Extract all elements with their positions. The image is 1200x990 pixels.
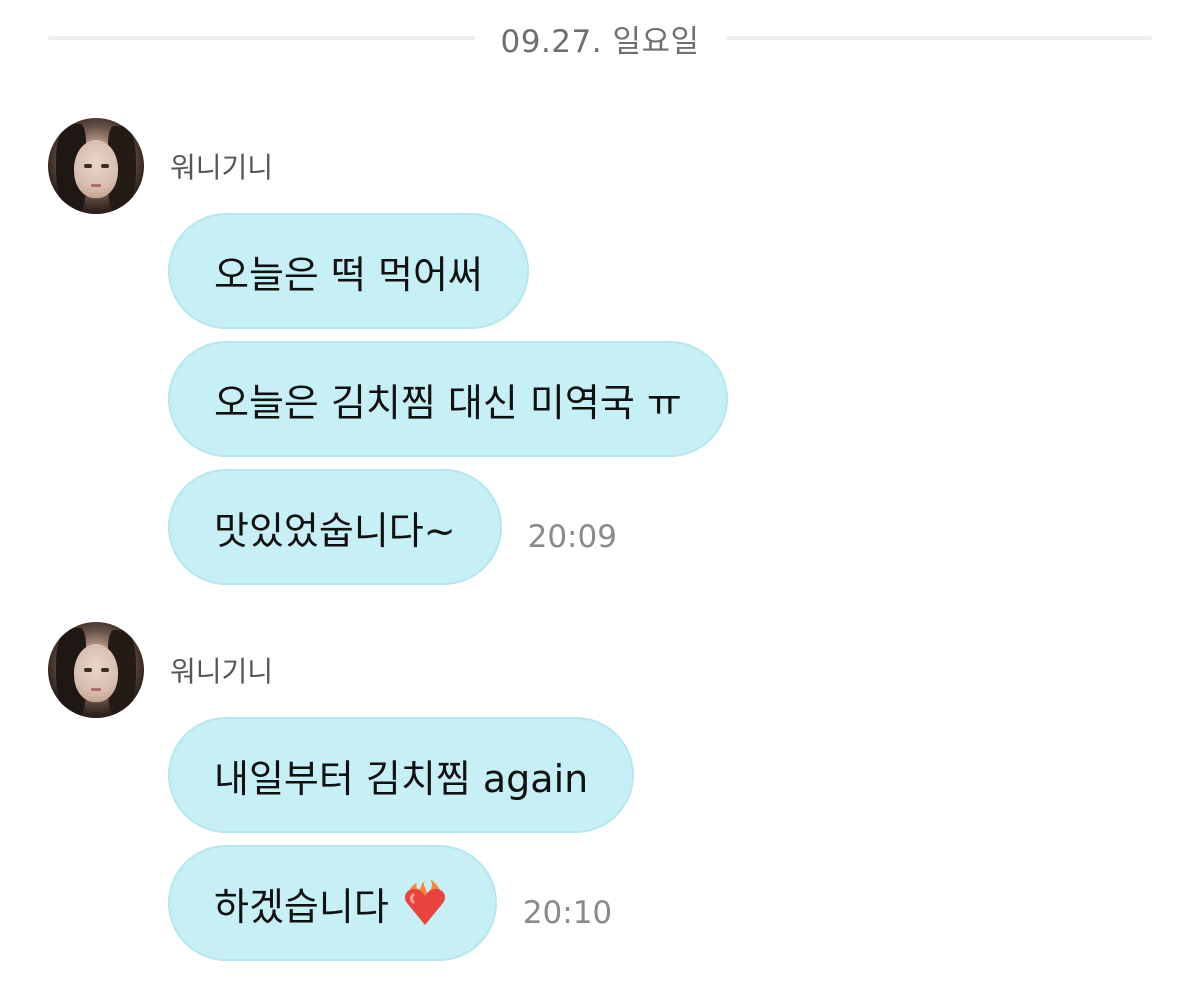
divider-line-right [725, 36, 1153, 40]
heart-on-fire-icon [404, 879, 445, 925]
message-bubble[interactable]: 오늘은 떡 먹어써 [168, 213, 529, 329]
message-row: 오늘은 떡 먹어써 [168, 213, 529, 329]
avatar[interactable] [48, 622, 144, 718]
date-divider: 09.27. 일요일 [48, 12, 1153, 64]
message-bubble[interactable]: 하겠습니다 [168, 845, 497, 961]
message-row: 오늘은 김치찜 대신 미역국 ㅠ [168, 341, 728, 457]
message-bubble[interactable]: 내일부터 김치찜 again [168, 717, 635, 833]
chat-screen: 09.27. 일요일 워니기니 오늘은 떡 먹어써 오늘은 김치찜 대신 미역국… [0, 0, 1200, 990]
message-text: 내일부터 김치찜 again [214, 756, 589, 801]
message-bubble[interactable]: 오늘은 김치찜 대신 미역국 ㅠ [168, 341, 728, 457]
message-row: 맛있었숩니다~ 20:09 [168, 469, 617, 585]
message-text: 오늘은 떡 먹어써 [214, 252, 483, 297]
message-row: 내일부터 김치찜 again [168, 717, 635, 833]
message-text: 하겠습니다 [214, 884, 389, 929]
message-text: 맛있었숩니다~ [214, 508, 456, 553]
date-label: 09.27. 일요일 [500, 23, 700, 60]
message-bubble[interactable]: 맛있었숩니다~ [168, 469, 502, 585]
message-time: 20:10 [522, 895, 613, 931]
divider-line-left [48, 36, 475, 40]
message-time: 20:09 [527, 519, 617, 555]
avatar[interactable] [48, 118, 144, 214]
sender-name[interactable]: 워니기니 [170, 650, 273, 690]
message-text: 오늘은 김치찜 대신 미역국 ㅠ [214, 380, 682, 425]
sender-name[interactable]: 워니기니 [170, 146, 273, 186]
message-row: 하겠습니다 20:10 [168, 845, 612, 961]
